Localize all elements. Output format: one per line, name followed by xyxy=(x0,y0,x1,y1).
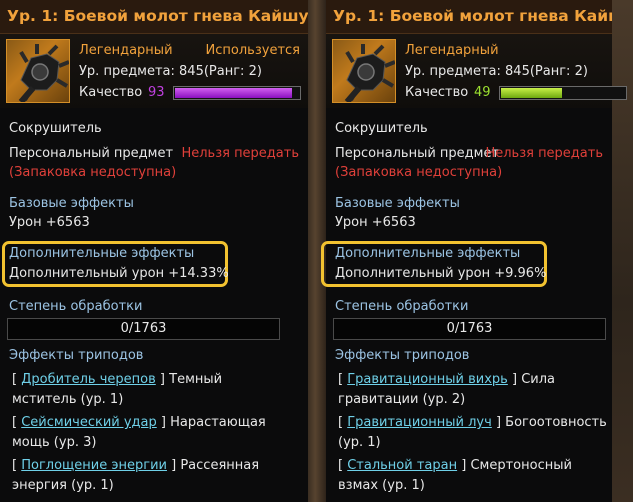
item-tooltip-left: Ур. 1: Боевой молот гнева Кайшура Легенд… xyxy=(0,0,308,502)
refine-bar: 0/1763 xyxy=(7,318,280,340)
bracket-close: ] xyxy=(461,458,467,473)
bracket-open: [ xyxy=(338,458,344,473)
refine-value: 0/1763 xyxy=(120,321,167,336)
rarity-label: Легендарный xyxy=(405,43,499,58)
quality-bar-fill xyxy=(501,88,562,98)
warhammer-icon xyxy=(344,44,395,102)
tripod-link[interactable]: Дробитель черепов xyxy=(21,372,156,387)
tripod-link[interactable]: Гравитационный луч xyxy=(347,415,492,430)
item-header: Легендарный Ур. предмета: 845(Ранг: 2) К… xyxy=(326,34,627,108)
tripod-item: [ Гравитационный вихрь ] Сила гравитации… xyxy=(338,370,608,410)
item-icon xyxy=(6,39,70,103)
tripod-item: [ Дробитель черепов ] Темный мститель (у… xyxy=(12,370,282,410)
refine-bar: 0/1763 xyxy=(333,318,606,340)
rarity-label: Легендарный xyxy=(79,43,173,58)
packing-label: (Запаковка недоступна) xyxy=(9,165,177,180)
tripod-item: [ Гравитационный луч ] Богоотовность (ур… xyxy=(338,413,608,453)
base-effects-header: Базовые эффекты xyxy=(9,196,134,211)
refine-header: Степень обработки xyxy=(335,299,469,314)
item-level: Ур. предмета: 845(Ранг: 2) xyxy=(79,64,262,79)
refine-header: Степень обработки xyxy=(9,299,143,314)
bracket-close: ] xyxy=(160,415,166,430)
untradeable-label: Нельзя передать xyxy=(181,146,299,161)
bracket-open: [ xyxy=(12,415,18,430)
class-label: Сокрушитель xyxy=(9,121,102,136)
item-level: Ур. предмета: 845(Ранг: 2) xyxy=(405,64,588,79)
extra-effects-value: Дополнительный урон +9.96% xyxy=(335,266,547,281)
item-title: Ур. 1: Боевой молот гнева Кайшура xyxy=(326,0,612,34)
base-effects-header: Базовые эффекты xyxy=(335,196,460,211)
warhammer-icon xyxy=(18,44,69,102)
refine-value: 0/1763 xyxy=(446,321,493,336)
bracket-close: ] xyxy=(159,372,165,387)
personal-item-label: Персональный предмет xyxy=(9,146,174,161)
tripod-header: Эффекты триподов xyxy=(335,348,470,363)
quality-bar xyxy=(499,86,627,100)
packing-label: (Запаковка недоступна) xyxy=(335,165,503,180)
equipped-status: Используется xyxy=(205,43,300,58)
bracket-close: ] xyxy=(495,415,502,430)
tripod-item: [ Стальной таран ] Смертоносный взмах (у… xyxy=(338,456,608,496)
extra-effects-header: Дополнительные эффекты xyxy=(9,246,195,261)
item-icon xyxy=(332,39,396,103)
bracket-open: [ xyxy=(12,458,18,473)
quality-bar-fill xyxy=(175,88,292,98)
tripod-item: [ Сейсмический удар ] Нарастающая мощь (… xyxy=(12,413,282,453)
quality-value: 49 xyxy=(474,85,491,100)
quality-label: Качество xyxy=(405,85,469,100)
personal-item-label: Персональный предмет xyxy=(335,146,500,161)
extra-effects-value: Дополнительный урон +14.33% xyxy=(9,266,229,281)
base-effects-value: Урон +6563 xyxy=(335,215,416,230)
tripod-item: [ Поглощение энергии ] Рассеянная энерги… xyxy=(12,456,282,496)
tripod-link[interactable]: Стальной таран xyxy=(347,458,457,473)
quality-value: 93 xyxy=(148,85,165,100)
untradeable-label: Нельзя передать xyxy=(485,146,603,161)
bracket-open: [ xyxy=(338,372,344,387)
bracket-open: [ xyxy=(12,372,18,387)
quality-label: Качество xyxy=(79,85,143,100)
item-tooltip-right: Ур. 1: Боевой молот гнева Кайшура Легенд… xyxy=(321,0,627,502)
bracket-close: ] xyxy=(171,458,177,473)
extra-effects-header: Дополнительные эффекты xyxy=(335,246,521,261)
item-header: Легендарный Используется Ур. предмета: 8… xyxy=(0,34,308,108)
tripod-link[interactable]: Гравитационный вихрь xyxy=(347,372,508,387)
tripod-link[interactable]: Поглощение энергии xyxy=(21,458,167,473)
bracket-open: [ xyxy=(338,415,344,430)
item-title: Ур. 1: Боевой молот гнева Кайшура xyxy=(0,0,308,34)
quality-bar xyxy=(173,86,301,100)
bracket-close: ] xyxy=(511,372,518,387)
class-label: Сокрушитель xyxy=(335,121,428,136)
tripod-header: Эффекты триподов xyxy=(9,348,144,363)
tripod-link[interactable]: Сейсмический удар xyxy=(21,415,157,430)
base-effects-value: Урон +6563 xyxy=(9,215,90,230)
